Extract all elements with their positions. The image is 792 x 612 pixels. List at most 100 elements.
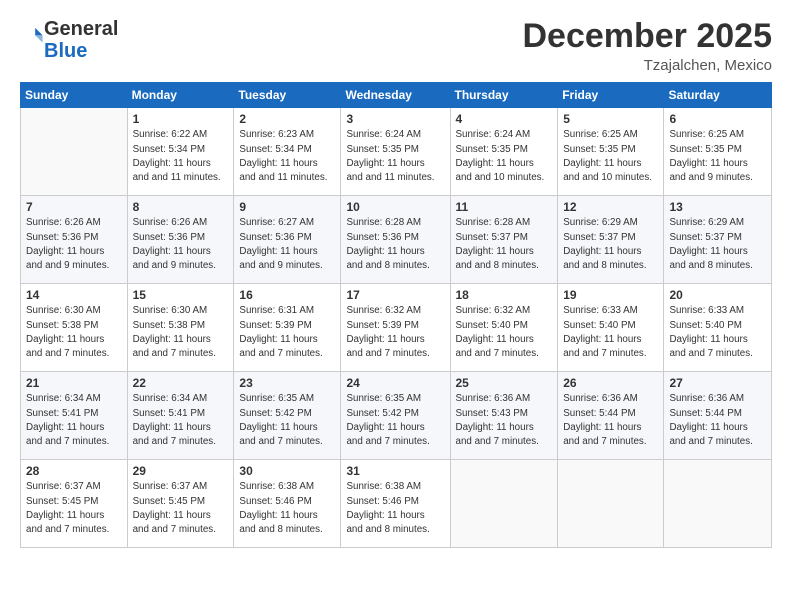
calendar-cell: 16Sunrise: 6:31 AMSunset: 5:39 PMDayligh…	[234, 284, 341, 372]
calendar-cell: 5Sunrise: 6:25 AMSunset: 5:35 PMDaylight…	[558, 108, 664, 196]
cell-info: Sunrise: 6:34 AMSunset: 5:41 PMDaylight:…	[133, 392, 229, 449]
cell-info: Sunrise: 6:36 AMSunset: 5:43 PMDaylight:…	[456, 392, 553, 449]
day-number: 18	[456, 288, 553, 302]
day-number: 1	[133, 112, 229, 126]
calendar-cell: 27 Sunrise: 6:36 AMSunset: 5:44 PMDayligh…	[664, 372, 772, 460]
calendar-table: SundayMondayTuesdayWednesdayThursdayFrid…	[20, 82, 772, 548]
calendar-cell: 29Sunrise: 6:37 AMSunset: 5:45 PMDayligh…	[127, 460, 234, 548]
day-number: 30	[239, 464, 335, 478]
cell-info: Sunrise: 6:26 AMSunset: 5:36 PMDaylight:…	[133, 216, 229, 273]
cell-info: Sunrise: 6:24 AMSunset: 5:35 PMDaylight:…	[346, 128, 444, 185]
calendar-cell: 8 Sunrise: 6:26 AMSunset: 5:36 PMDaylight…	[127, 196, 234, 284]
calendar-cell: 25Sunrise: 6:36 AMSunset: 5:43 PMDayligh…	[450, 372, 558, 460]
calendar-cell: 14Sunrise: 6:30 AMSunset: 5:38 PMDayligh…	[21, 284, 128, 372]
day-number: 13	[669, 200, 766, 214]
calendar-cell: 24 Sunrise: 6:35 AMSunset: 5:42 PMDayligh…	[341, 372, 450, 460]
day-number: 26	[563, 376, 658, 390]
calendar-week-row: 1 Sunrise: 6:22 AMSunset: 5:34 PMDaylight…	[21, 108, 772, 196]
calendar-cell: 22 Sunrise: 6:34 AMSunset: 5:41 PMDayligh…	[127, 372, 234, 460]
day-number: 4	[456, 112, 553, 126]
calendar-header-row: SundayMondayTuesdayWednesdayThursdayFrid…	[21, 83, 772, 108]
day-number: 21	[26, 376, 122, 390]
day-number: 9	[239, 200, 335, 214]
calendar-header-saturday: Saturday	[664, 83, 772, 108]
calendar-cell: 1 Sunrise: 6:22 AMSunset: 5:34 PMDaylight…	[127, 108, 234, 196]
day-number: 15	[133, 288, 229, 302]
cell-info: Sunrise: 6:28 AMSunset: 5:36 PMDaylight:…	[346, 216, 444, 273]
cell-info: Sunrise: 6:34 AMSunset: 5:41 PMDaylight:…	[26, 392, 122, 449]
calendar-cell: 11Sunrise: 6:28 AMSunset: 5:37 PMDayligh…	[450, 196, 558, 284]
calendar-cell: 4 Sunrise: 6:24 AMSunset: 5:35 PMDaylight…	[450, 108, 558, 196]
day-number: 12	[563, 200, 658, 214]
location: Tzajalchen, Mexico	[522, 57, 772, 74]
cell-info: Sunrise: 6:33 AMSunset: 5:40 PMDaylight:…	[563, 304, 658, 361]
cell-info: Sunrise: 6:22 AMSunset: 5:34 PMDaylight:…	[133, 128, 229, 185]
calendar-cell	[21, 108, 128, 196]
day-number: 8	[133, 200, 229, 214]
calendar-header-wednesday: Wednesday	[341, 83, 450, 108]
cell-info: Sunrise: 6:24 AMSunset: 5:35 PMDaylight:…	[456, 128, 553, 185]
cell-info: Sunrise: 6:26 AMSunset: 5:36 PMDaylight:…	[26, 216, 122, 273]
day-number: 27	[669, 376, 766, 390]
logo: General Blue	[20, 18, 118, 62]
cell-info: Sunrise: 6:35 AMSunset: 5:42 PMDaylight:…	[346, 392, 444, 449]
calendar-cell: 21 Sunrise: 6:34 AMSunset: 5:41 PMDayligh…	[21, 372, 128, 460]
calendar-cell: 17Sunrise: 6:32 AMSunset: 5:39 PMDayligh…	[341, 284, 450, 372]
logo-icon	[22, 25, 44, 47]
calendar-cell: 28 Sunrise: 6:37 AMSunset: 5:45 PMDayligh…	[21, 460, 128, 548]
calendar-cell: 2Sunrise: 6:23 AMSunset: 5:34 PMDaylight…	[234, 108, 341, 196]
day-number: 7	[26, 200, 122, 214]
header: General Blue December 2025 Tzajalchen, M…	[20, 18, 772, 74]
calendar-cell: 12 Sunrise: 6:29 AMSunset: 5:37 PMDayligh…	[558, 196, 664, 284]
calendar-header-sunday: Sunday	[21, 83, 128, 108]
cell-info: Sunrise: 6:38 AMSunset: 5:46 PMDaylight:…	[346, 480, 444, 537]
calendar-cell	[450, 460, 558, 548]
cell-info: Sunrise: 6:28 AMSunset: 5:37 PMDaylight:…	[456, 216, 553, 273]
cell-info: Sunrise: 6:29 AMSunset: 5:37 PMDaylight:…	[669, 216, 766, 273]
calendar-cell	[558, 460, 664, 548]
calendar-cell: 6Sunrise: 6:25 AMSunset: 5:35 PMDaylight…	[664, 108, 772, 196]
calendar-week-row: 7 Sunrise: 6:26 AMSunset: 5:36 PMDaylight…	[21, 196, 772, 284]
cell-info: Sunrise: 6:37 AMSunset: 5:45 PMDaylight:…	[133, 480, 229, 537]
calendar-cell: 3 Sunrise: 6:24 AMSunset: 5:35 PMDaylight…	[341, 108, 450, 196]
calendar-cell	[664, 460, 772, 548]
month-title: December 2025	[522, 18, 772, 55]
calendar-cell: 10 Sunrise: 6:28 AMSunset: 5:36 PMDayligh…	[341, 196, 450, 284]
day-number: 5	[563, 112, 658, 126]
day-number: 10	[346, 200, 444, 214]
calendar-header-monday: Monday	[127, 83, 234, 108]
calendar-header-thursday: Thursday	[450, 83, 558, 108]
day-number: 24	[346, 376, 444, 390]
calendar-header-friday: Friday	[558, 83, 664, 108]
cell-info: Sunrise: 6:30 AMSunset: 5:38 PMDaylight:…	[133, 304, 229, 361]
cell-info: Sunrise: 6:27 AMSunset: 5:36 PMDaylight:…	[239, 216, 335, 273]
calendar-week-row: 21 Sunrise: 6:34 AMSunset: 5:41 PMDayligh…	[21, 372, 772, 460]
day-number: 17	[346, 288, 444, 302]
logo-text: General Blue	[44, 18, 118, 62]
cell-info: Sunrise: 6:30 AMSunset: 5:38 PMDaylight:…	[26, 304, 122, 361]
day-number: 28	[26, 464, 122, 478]
logo-blue: Blue	[44, 40, 87, 62]
calendar-cell: 18 Sunrise: 6:32 AMSunset: 5:40 PMDayligh…	[450, 284, 558, 372]
cell-info: Sunrise: 6:36 AMSunset: 5:44 PMDaylight:…	[563, 392, 658, 449]
day-number: 19	[563, 288, 658, 302]
day-number: 23	[239, 376, 335, 390]
calendar-week-row: 28 Sunrise: 6:37 AMSunset: 5:45 PMDayligh…	[21, 460, 772, 548]
calendar-cell: 26 Sunrise: 6:36 AMSunset: 5:44 PMDayligh…	[558, 372, 664, 460]
calendar-cell: 9 Sunrise: 6:27 AMSunset: 5:36 PMDaylight…	[234, 196, 341, 284]
title-block: December 2025 Tzajalchen, Mexico	[522, 18, 772, 74]
day-number: 3	[346, 112, 444, 126]
day-number: 22	[133, 376, 229, 390]
cell-info: Sunrise: 6:32 AMSunset: 5:40 PMDaylight:…	[456, 304, 553, 361]
logo-general: General	[44, 18, 118, 40]
calendar-cell: 30Sunrise: 6:38 AMSunset: 5:46 PMDayligh…	[234, 460, 341, 548]
calendar-cell: 13 Sunrise: 6:29 AMSunset: 5:37 PMDayligh…	[664, 196, 772, 284]
calendar-cell: 15 Sunrise: 6:30 AMSunset: 5:38 PMDayligh…	[127, 284, 234, 372]
day-number: 31	[346, 464, 444, 478]
cell-info: Sunrise: 6:37 AMSunset: 5:45 PMDaylight:…	[26, 480, 122, 537]
calendar-week-row: 14Sunrise: 6:30 AMSunset: 5:38 PMDayligh…	[21, 284, 772, 372]
cell-info: Sunrise: 6:36 AMSunset: 5:44 PMDaylight:…	[669, 392, 766, 449]
cell-info: Sunrise: 6:29 AMSunset: 5:37 PMDaylight:…	[563, 216, 658, 273]
cell-info: Sunrise: 6:33 AMSunset: 5:40 PMDaylight:…	[669, 304, 766, 361]
calendar-header-tuesday: Tuesday	[234, 83, 341, 108]
